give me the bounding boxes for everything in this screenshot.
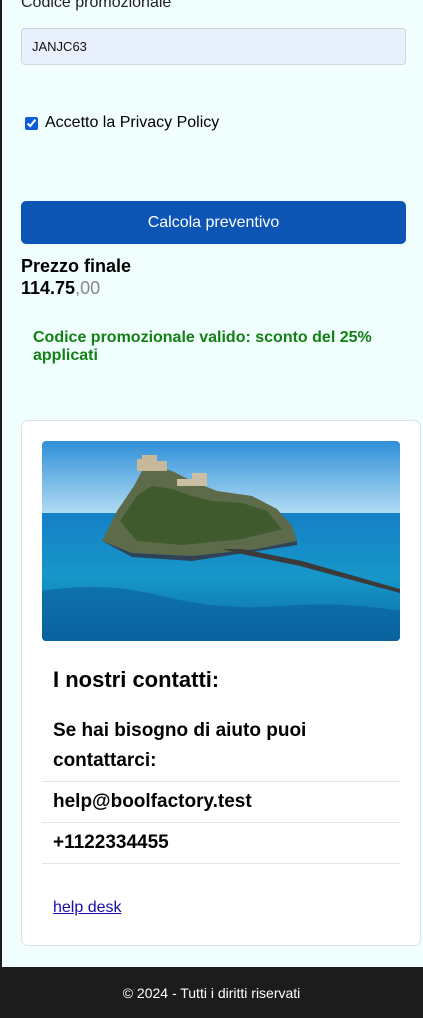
help-intro-text: Se hai bisogno di aiuto puoi contattarci… [53, 720, 307, 771]
privacy-label[interactable]: Accetto la Privacy Policy [45, 114, 219, 132]
price-integer: 114.75 [21, 278, 76, 298]
final-price-label: Prezzo finale [21, 256, 132, 276]
page-left-edge [0, 0, 2, 967]
help-desk-link[interactable]: help desk [53, 899, 122, 917]
privacy-policy-row[interactable]: Accetto la Privacy Policy [25, 114, 219, 132]
divider [42, 863, 400, 864]
footer: © 2024 - Tutti i diritti riservati [0, 967, 423, 1018]
island-castle-image [42, 441, 400, 641]
promo-code-input[interactable] [21, 28, 406, 65]
calculate-quote-button[interactable]: Calcola preventivo [21, 201, 406, 244]
contacts-title: I nostri contatti: [53, 667, 220, 692]
divider [42, 781, 400, 782]
final-price-value: 114.75,00 [21, 278, 100, 299]
promo-success-message: Codice promozionale valido: sconto del 2… [33, 329, 372, 364]
divider [42, 822, 400, 823]
contact-email: help@boolfactory.test [53, 791, 252, 812]
promo-code-label: Codice promozionale [21, 0, 172, 11]
contacts-card: I nostri contatti: Se hai bisogno di aiu… [21, 420, 421, 946]
price-decimals: ,00 [75, 278, 101, 298]
privacy-checkbox[interactable] [25, 116, 38, 130]
contact-phone: +1122334455 [53, 832, 169, 853]
footer-copyright: © 2024 - Tutti i diritti riservati [122, 984, 301, 1001]
